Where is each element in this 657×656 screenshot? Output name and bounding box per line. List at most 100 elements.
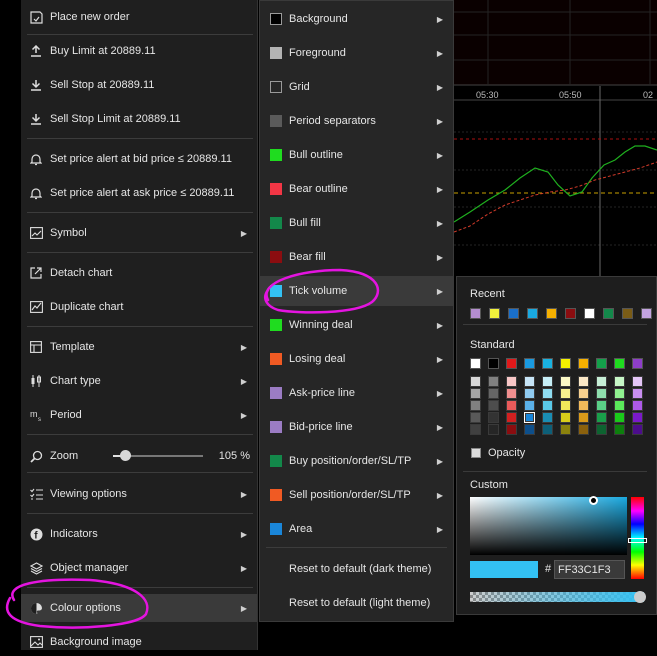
standard-color-shade-swatch[interactable] [542,424,553,435]
template-item[interactable]: Template ▶ [21,333,257,361]
standard-color-shade-swatch[interactable] [524,388,535,399]
standard-color-shade-swatch[interactable] [524,376,535,387]
hex-color-input[interactable] [554,560,625,579]
standard-color-shade-swatch[interactable] [542,376,553,387]
standard-color-swatch[interactable] [596,358,607,369]
recent-color-swatch[interactable] [641,308,652,319]
duplicate-chart-item[interactable]: Duplicate chart [21,293,257,321]
standard-color-shade-swatch[interactable] [614,412,625,423]
viewing-options-item[interactable]: Viewing options ▶ [21,480,257,508]
standard-color-shade-swatch[interactable] [596,412,607,423]
alpha-slider-handle[interactable] [634,591,646,603]
chart-type-item[interactable]: Chart type ▶ [21,367,257,395]
saturation-value-handle[interactable] [589,496,598,505]
colour-item-background[interactable]: Background ▶ [260,4,453,34]
alert-bid-item[interactable]: Set price alert at bid price ≤ 20889.11 [21,145,257,173]
standard-color-shade-swatch[interactable] [470,400,481,411]
standard-color-shade-swatch[interactable] [596,424,607,435]
symbol-item[interactable]: Symbol ▶ [21,219,257,247]
colour-item-grid[interactable]: Grid ▶ [260,72,453,102]
standard-color-shade-swatch[interactable] [560,424,571,435]
colour-item-period-separators[interactable]: Period separators ▶ [260,106,453,136]
reset-light-theme-item[interactable]: Reset to default (light theme) [260,588,453,618]
alert-ask-item[interactable]: Set price alert at ask price ≤ 20889.11 [21,179,257,207]
standard-color-shade-swatch[interactable] [542,388,553,399]
standard-color-shade-swatch[interactable] [578,400,589,411]
period-item[interactable]: ms Period ▶ [21,401,257,429]
standard-color-shade-swatch[interactable] [560,388,571,399]
colour-item-winning-deal[interactable]: Winning deal ▶ [260,310,453,340]
standard-color-shade-swatch[interactable] [614,424,625,435]
standard-color-shade-swatch[interactable] [560,412,571,423]
standard-color-shade-swatch[interactable] [578,412,589,423]
colour-item-bull-fill[interactable]: Bull fill ▶ [260,208,453,238]
object-manager-item[interactable]: Object manager ▶ [21,554,257,582]
colour-item-bear-fill[interactable]: Bear fill ▶ [260,242,453,272]
standard-color-shade-swatch[interactable] [488,388,499,399]
standard-color-shade-swatch[interactable] [614,376,625,387]
alpha-slider[interactable] [470,592,644,602]
colour-item-bid-price-line[interactable]: Bid-price line ▶ [260,412,453,442]
standard-color-shade-swatch[interactable] [632,388,643,399]
standard-color-shade-swatch[interactable] [470,412,481,423]
recent-color-swatch[interactable] [470,308,481,319]
recent-color-swatch[interactable] [622,308,633,319]
standard-color-shade-swatch[interactable] [506,424,517,435]
opacity-checkbox[interactable] [471,448,481,458]
standard-color-shade-swatch[interactable] [542,400,553,411]
standard-color-shade-swatch[interactable] [524,424,535,435]
colour-options-item[interactable]: Colour options ▶ [21,594,257,622]
standard-color-swatch[interactable] [632,358,643,369]
indicators-item[interactable]: f Indicators ▶ [21,520,257,548]
standard-color-shade-swatch[interactable] [596,388,607,399]
recent-color-swatch[interactable] [508,308,519,319]
standard-color-shade-swatch[interactable] [506,412,517,423]
recent-color-swatch[interactable] [603,308,614,319]
standard-color-shade-swatch[interactable] [632,412,643,423]
standard-color-shade-swatch[interactable] [542,412,553,423]
colour-item-buy-position-order-sl-tp[interactable]: Buy position/order/SL/TP ▶ [260,446,453,476]
standard-color-swatch[interactable] [542,358,553,369]
colour-item-tick-volume[interactable]: Tick volume ▶ [260,276,453,306]
standard-color-swatch[interactable] [506,358,517,369]
standard-color-swatch[interactable] [560,358,571,369]
standard-color-shade-swatch[interactable] [506,400,517,411]
colour-item-losing-deal[interactable]: Losing deal ▶ [260,344,453,374]
standard-color-shade-swatch[interactable] [470,376,481,387]
standard-color-shade-swatch[interactable] [488,400,499,411]
sell-stop-limit-item[interactable]: Sell Stop Limit at 20889.11 [21,105,257,133]
standard-color-shade-swatch[interactable] [506,388,517,399]
standard-color-shade-swatch[interactable] [524,400,535,411]
colour-item-sell-position-order-sl-tp[interactable]: Sell position/order/SL/TP ▶ [260,480,453,510]
standard-color-shade-swatch[interactable] [470,388,481,399]
standard-color-shade-swatch[interactable] [488,412,499,423]
standard-color-shade-swatch[interactable] [560,400,571,411]
background-image-item[interactable]: Background image [21,628,257,656]
standard-color-shade-swatch[interactable] [632,424,643,435]
colour-item-bull-outline[interactable]: Bull outline ▶ [260,140,453,170]
standard-color-shade-swatch[interactable] [524,412,535,423]
standard-color-shade-swatch[interactable] [614,400,625,411]
standard-color-swatch[interactable] [470,358,481,369]
recent-color-swatch[interactable] [546,308,557,319]
buy-limit-item[interactable]: Buy Limit at 20889.11 [21,37,257,65]
zoom-slider-thumb[interactable] [120,450,131,461]
hue-slider-handle[interactable] [628,538,647,543]
detach-chart-item[interactable]: Detach chart [21,259,257,287]
standard-color-shade-swatch[interactable] [470,424,481,435]
standard-color-shade-swatch[interactable] [632,376,643,387]
standard-color-swatch[interactable] [614,358,625,369]
standard-color-shade-swatch[interactable] [506,376,517,387]
standard-color-shade-swatch[interactable] [596,400,607,411]
colour-item-area[interactable]: Area ▶ [260,514,453,544]
recent-color-swatch[interactable] [584,308,595,319]
sell-stop-item[interactable]: Sell Stop at 20889.11 [21,71,257,99]
recent-color-swatch[interactable] [527,308,538,319]
colour-item-ask-price-line[interactable]: Ask-price line ▶ [260,378,453,408]
standard-color-swatch[interactable] [488,358,499,369]
standard-color-shade-swatch[interactable] [578,424,589,435]
standard-color-swatch[interactable] [524,358,535,369]
standard-color-shade-swatch[interactable] [614,388,625,399]
standard-color-shade-swatch[interactable] [632,400,643,411]
standard-color-swatch[interactable] [578,358,589,369]
